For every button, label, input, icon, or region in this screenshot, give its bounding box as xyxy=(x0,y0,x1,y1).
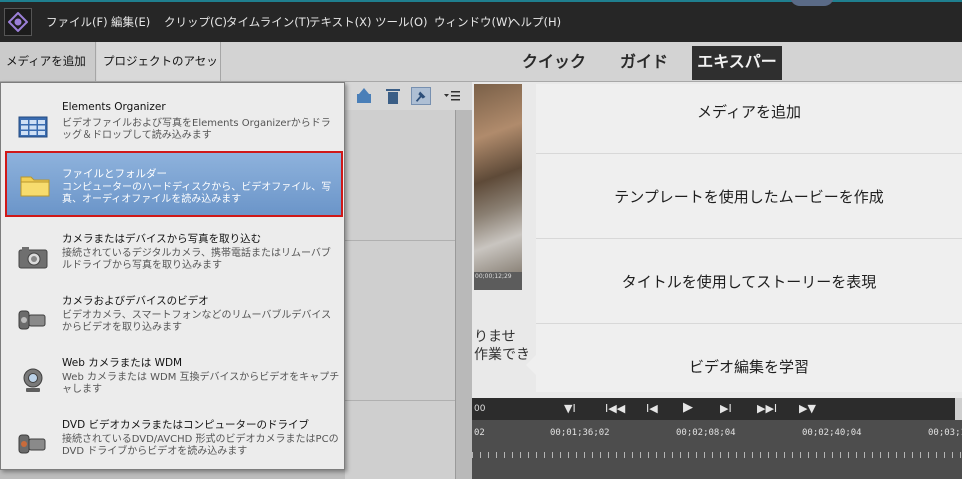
menu-item-desc: ビデオファイルおよび写真をElements Organizerからドラッグ＆ドロ… xyxy=(62,118,331,141)
menu-timeline[interactable]: タイムライン(T) xyxy=(226,14,310,30)
panel-menu-icon[interactable] xyxy=(442,87,462,105)
timeline-timecode: 00;01;36;02 xyxy=(550,428,610,438)
guide-row-add-media[interactable]: メディアを追加 xyxy=(536,70,962,154)
play-icon[interactable]: ▶ xyxy=(683,400,693,415)
menu-text[interactable]: テキスト(X) xyxy=(309,14,372,30)
add-media-dropdown: Elements Organizer ビデオファイルおよび写真をElements… xyxy=(0,82,345,470)
menu-item-camera-video[interactable]: カメラおよびデバイスのビデオ ビデオカメラ、スマートフォンなどのリムーバブルデバ… xyxy=(4,285,342,348)
panel-scrollbar[interactable] xyxy=(455,110,472,479)
goto-in-icon[interactable]: ▼I xyxy=(564,402,576,415)
menu-help[interactable]: ヘルプ(H) xyxy=(509,14,561,30)
menu-edit[interactable]: 編集(E) xyxy=(111,14,150,30)
menu-clip[interactable]: クリップ(C) xyxy=(164,14,227,30)
video-preview-image xyxy=(474,84,522,290)
add-media-button[interactable]: メディアを追加 xyxy=(0,42,96,103)
grid-divider xyxy=(345,400,455,401)
preview-text-line: 作業でき xyxy=(474,347,530,363)
pin-icon[interactable] xyxy=(411,87,431,105)
project-assets-button[interactable]: プロジェクトのアセット xyxy=(97,42,221,107)
menu-item-title: カメラおよびデバイスのビデオ xyxy=(62,295,209,307)
menu-item-desc: ビデオカメラ、スマートフォンなどのリムーバブルデバイスからビデオを取り込みます xyxy=(62,310,332,333)
menu-file[interactable]: ファイル(F) xyxy=(46,14,108,30)
camera-icon xyxy=(18,247,48,269)
dvd-camcorder-icon xyxy=(18,434,46,454)
menu-item-webcam-wdm[interactable]: Web カメラまたは WDM Web カメラまたは WDM 互換デバイスからビデ… xyxy=(4,347,342,410)
timeline-scroll-stub[interactable] xyxy=(955,398,962,420)
guide-row-label: ビデオ編集を学習 xyxy=(688,358,809,376)
guide-row-label: テンプレートを使用したムービーを作成 xyxy=(614,188,884,206)
move-up-icon[interactable] xyxy=(354,87,374,105)
timeline-timecode: 00;03;1 xyxy=(928,428,962,438)
step-back-icon[interactable]: I◀ xyxy=(646,402,658,415)
camcorder-icon xyxy=(18,310,46,330)
organizer-grid-icon xyxy=(18,116,48,138)
video-timecode: 00;00;12;29 xyxy=(475,273,512,280)
menu-item-title: ファイルとフォルダー xyxy=(62,168,167,180)
goto-out-icon[interactable]: ▶▼ xyxy=(799,402,816,415)
grid-divider xyxy=(345,240,455,241)
guide-row-learn-editing[interactable]: ビデオ編集を学習 xyxy=(536,325,962,409)
timeline-timecode: 00;02;40;04 xyxy=(802,428,862,438)
guide-row-label: メディアを追加 xyxy=(697,103,801,121)
guide-row-label: タイトルを使用してストーリーを表現 xyxy=(621,273,877,291)
menu-item-dvd-camera-drive[interactable]: DVD ビデオカメラまたはコンピューターのドライブ 接続されているDVD/AVC… xyxy=(4,409,342,472)
guide-row-template-movie[interactable]: テンプレートを使用したムービーを作成 xyxy=(536,155,962,239)
menu-bar: ファイル(F) 編集(E) クリップ(C) タイムライン(T) テキスト(X) … xyxy=(0,0,962,42)
menu-item-desc: Web カメラまたは WDM 互換デバイスからビデオをキャプチャします xyxy=(62,372,340,395)
menu-item-camera-photos[interactable]: カメラまたはデバイスから写真を取り込む 接続されているデジタルカメラ、携帯電話ま… xyxy=(4,223,342,286)
guide-pointer-arrow xyxy=(526,355,536,375)
goto-start-icon[interactable]: I◀◀ xyxy=(605,402,625,415)
preview-partial-text: りませ 作業でき xyxy=(474,328,530,364)
trash-icon[interactable] xyxy=(383,87,403,105)
guide-row-title-story[interactable]: タイトルを使用してストーリーを表現 xyxy=(536,240,962,324)
timeline-ticks xyxy=(472,452,962,458)
goto-end-icon[interactable]: ▶▶I xyxy=(757,402,777,415)
menu-item-title: Web カメラまたは WDM xyxy=(62,357,183,369)
menu-item-desc: コンピューターのハードディスクから、ビデオファイル、写真、オーディオファイルを読… xyxy=(62,182,332,205)
step-forward-icon[interactable]: ▶I xyxy=(720,402,732,415)
menu-tools[interactable]: ツール(O) xyxy=(375,14,428,30)
timeline-partial-tc: 02 xyxy=(474,428,485,438)
menu-item-title: Elements Organizer xyxy=(62,101,166,113)
menu-item-title: DVD ビデオカメラまたはコンピューターのドライブ xyxy=(62,419,310,431)
menu-item-title: カメラまたはデバイスから写真を取り込む xyxy=(62,233,262,245)
folder-icon xyxy=(20,176,50,197)
menu-item-elements-organizer[interactable]: Elements Organizer ビデオファイルおよび写真をElements… xyxy=(4,93,342,156)
app-logo-icon[interactable] xyxy=(4,8,32,36)
menu-item-desc: 接続されているデジタルカメラ、携帯電話またはリムーバブルドライブから写真を取り込… xyxy=(62,248,331,271)
user-avatar[interactable] xyxy=(790,0,834,6)
menu-item-files-and-folders[interactable]: ファイルとフォルダー コンピューターのハードディスクから、ビデオファイル、写真、… xyxy=(5,151,343,217)
add-media-label: メディアを追加 xyxy=(6,54,86,68)
webcam-icon xyxy=(23,368,43,392)
transport-timecode: 00 xyxy=(474,404,486,414)
panel-toolbar xyxy=(345,82,472,111)
transport-bar xyxy=(472,398,962,420)
menu-item-desc: 接続されているDVD/AVCHD 形式のビデオカメラまたはPCのDVD ドライブ… xyxy=(62,434,339,457)
menu-window[interactable]: ウィンドウ(W) xyxy=(434,14,512,30)
preview-text-line: りませ xyxy=(474,329,516,345)
assets-grid xyxy=(345,110,455,479)
timeline-timecode: 00;02;08;04 xyxy=(676,428,736,438)
